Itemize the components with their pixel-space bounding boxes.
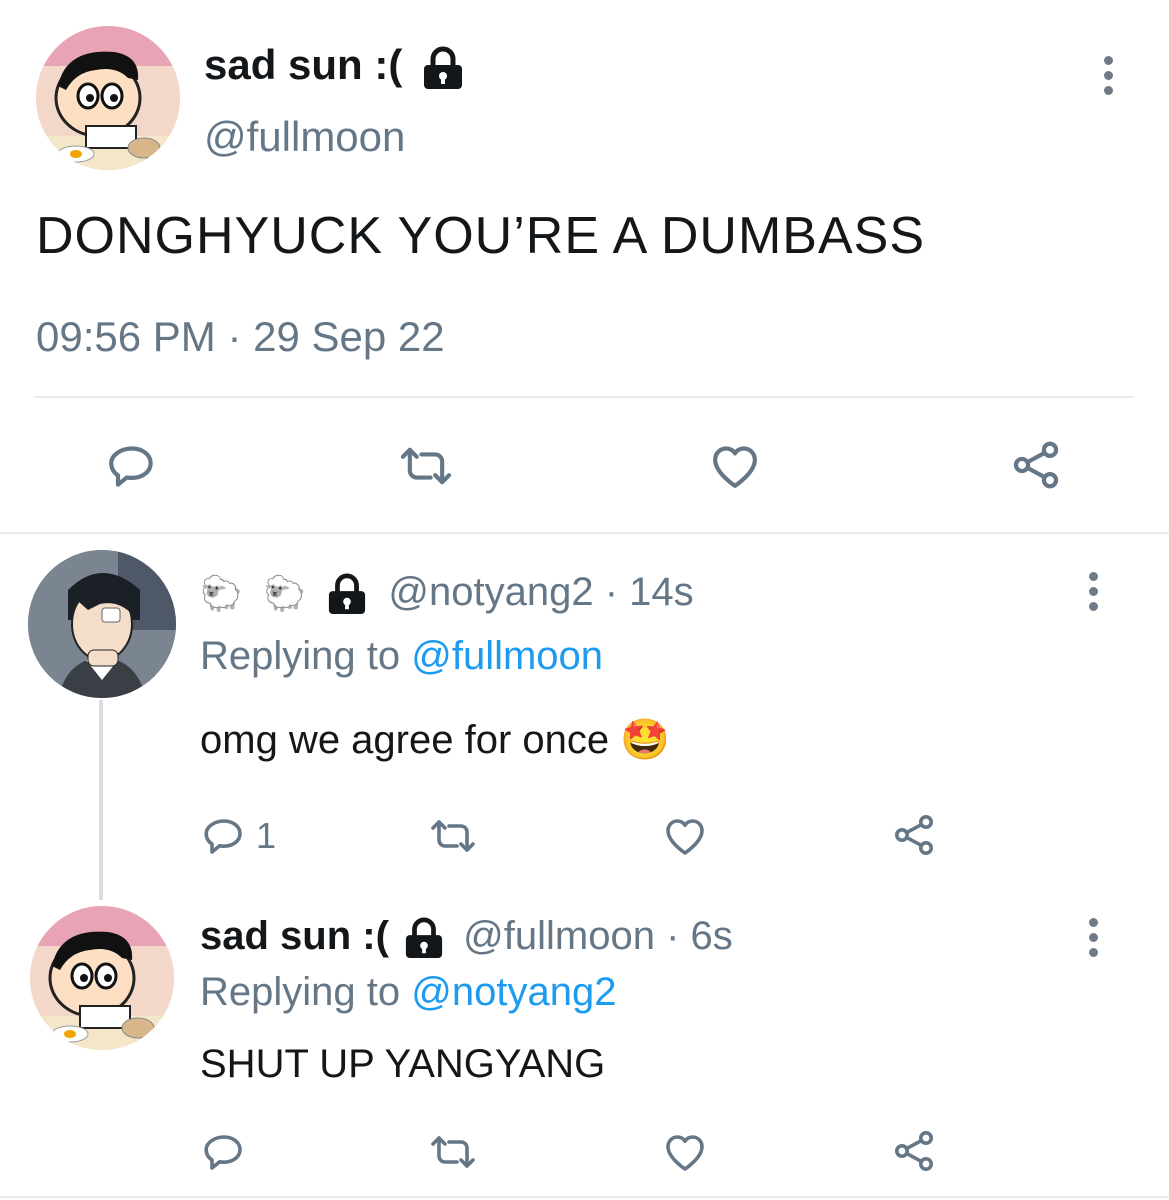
- like-icon[interactable]: [660, 1128, 710, 1176]
- retweet-icon[interactable]: [426, 812, 480, 860]
- avatar[interactable]: [30, 906, 174, 1050]
- share-icon[interactable]: [1008, 436, 1064, 494]
- display-name[interactable]: sad sun :(: [204, 41, 402, 88]
- more-icon[interactable]: [1087, 572, 1099, 617]
- mention-link[interactable]: @fullmoon: [411, 634, 603, 678]
- tweet-text: DONGHYUCK YOU’RE A DUMBASS: [36, 207, 926, 265]
- avatar-image: [30, 906, 174, 1050]
- display-name[interactable]: 🐑 🐑: [200, 575, 312, 613]
- replying-to: Replying to @fullmoon: [200, 632, 603, 680]
- replying-to: Replying to @notyang2: [200, 968, 616, 1016]
- replying-label: Replying to: [200, 634, 401, 678]
- handle[interactable]: @fullmoon: [463, 914, 655, 958]
- tweet-time: 09:56 PM: [36, 313, 216, 360]
- tweet-age: 14s: [629, 570, 694, 614]
- like-icon[interactable]: [660, 812, 710, 860]
- tweet-text: omg we agree for once 🤩: [200, 716, 670, 764]
- share-icon[interactable]: [890, 810, 938, 860]
- reply-icon[interactable]: [200, 812, 248, 860]
- avatar-image: [28, 550, 176, 698]
- lock-icon: [422, 46, 464, 90]
- tweet-text-content: omg we agree for once: [200, 718, 610, 762]
- retweet-icon[interactable]: [426, 1128, 480, 1176]
- divider: [34, 396, 1134, 398]
- handle[interactable]: @notyang2: [388, 570, 593, 614]
- replying-label: Replying to: [200, 970, 401, 1014]
- avatar[interactable]: [28, 550, 176, 698]
- reply-icon[interactable]: [200, 1128, 248, 1176]
- more-icon[interactable]: [1087, 918, 1099, 963]
- handle[interactable]: @fullmoon: [204, 112, 405, 162]
- avatar[interactable]: [36, 26, 180, 170]
- avatar-image: [36, 26, 180, 170]
- reply-icon[interactable]: [104, 438, 160, 494]
- separator: ·: [227, 313, 254, 360]
- divider: [0, 1196, 1169, 1198]
- share-icon[interactable]: [890, 1126, 938, 1176]
- lock-icon: [404, 917, 444, 959]
- thread-line: [99, 700, 103, 900]
- separator: ·: [666, 914, 691, 958]
- divider: [0, 532, 1169, 534]
- retweet-icon[interactable]: [396, 438, 456, 494]
- display-name[interactable]: sad sun :(: [200, 914, 389, 958]
- separator: ·: [604, 570, 630, 614]
- like-icon[interactable]: [706, 438, 764, 494]
- tweet-age: 6s: [690, 914, 733, 958]
- mention-link[interactable]: @notyang2: [411, 970, 616, 1014]
- star-struck-emoji: 🤩: [620, 718, 671, 762]
- lock-icon: [327, 573, 367, 615]
- tweet-date: 29 Sep 22: [253, 313, 445, 360]
- more-icon[interactable]: [1102, 56, 1114, 101]
- reply-count: 1: [256, 815, 277, 856]
- tweet-text: SHUT UP YANGYANG: [200, 1042, 606, 1086]
- tweet-timestamp: 09:56 PM · 29 Sep 22: [36, 312, 445, 362]
